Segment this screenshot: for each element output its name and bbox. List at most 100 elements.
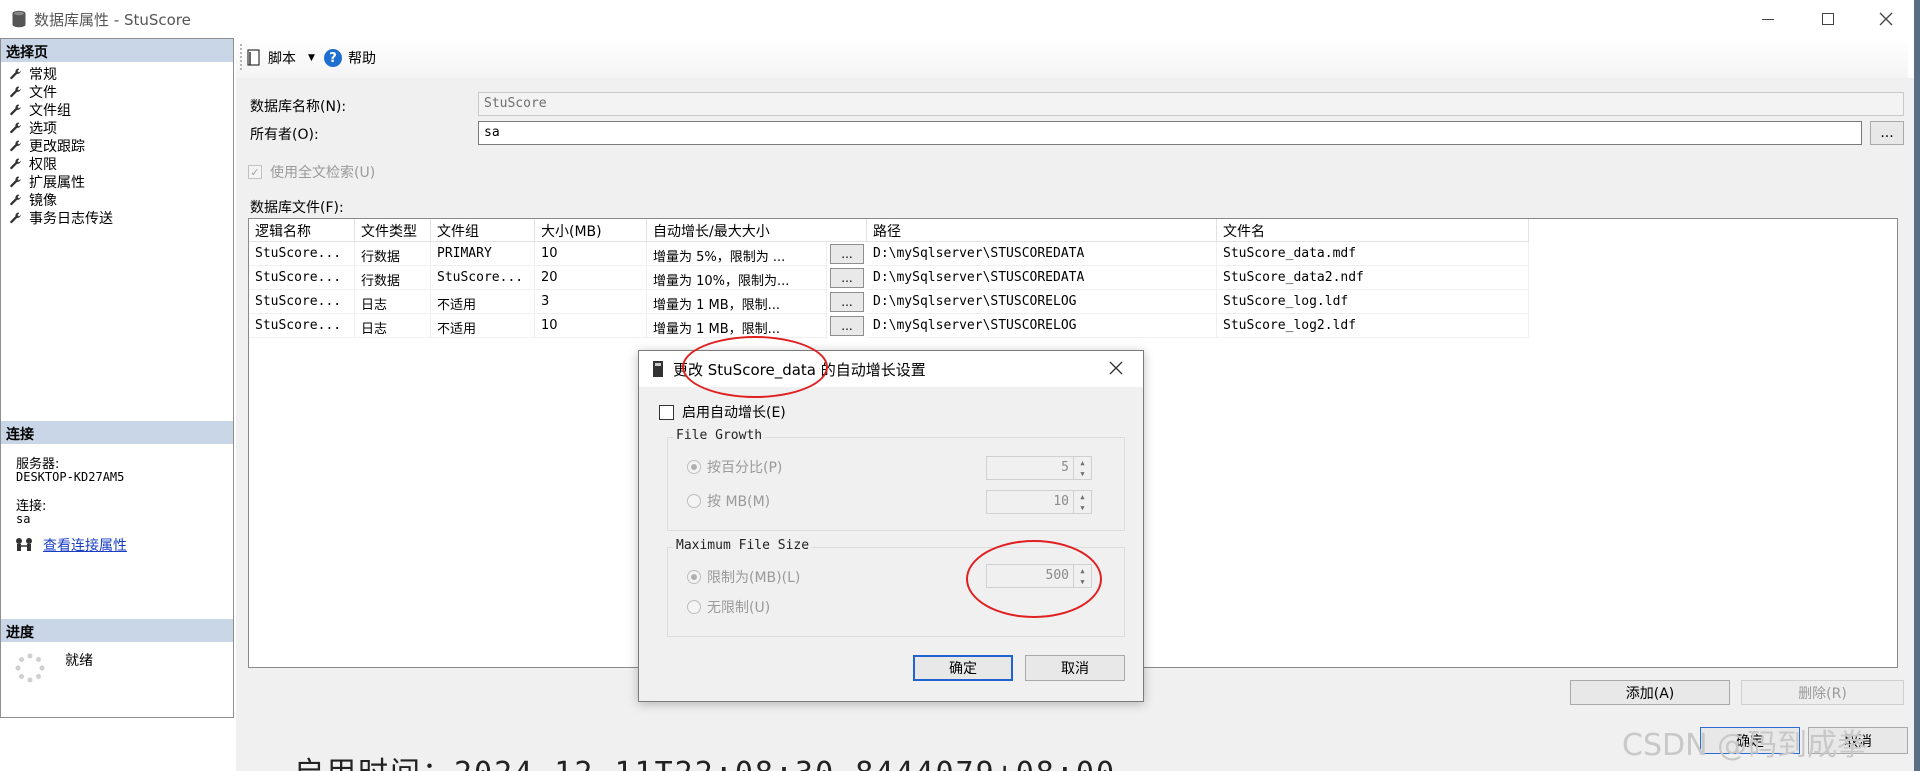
autogrow-edit-button[interactable]: ...	[830, 292, 864, 312]
server-value: DESKTOP-KD27AM5	[16, 470, 125, 484]
percent-value: 5	[1061, 460, 1069, 475]
grid-cell[interactable]: D:\mySqlserver\STUSCORELOG	[867, 314, 1217, 338]
connection-properties-icon	[15, 537, 35, 551]
grid-cell[interactable]: 行数据	[355, 266, 431, 290]
percent-stepper[interactable]: 5 ▲ ▼	[986, 456, 1092, 480]
grid-header-cell[interactable]: 路径	[867, 219, 1217, 242]
nav-item[interactable]: 事务日志传送	[9, 209, 113, 227]
nav-item-label: 镜像	[29, 193, 57, 209]
grid-cell[interactable]: StuScore...	[249, 266, 355, 290]
grid-header-cell[interactable]: 大小(MB)	[535, 219, 647, 242]
add-button[interactable]: 添加(A)	[1570, 680, 1730, 705]
owner-browse-button[interactable]: ...	[1870, 121, 1904, 145]
owner-input[interactable]: sa	[478, 121, 1862, 145]
grid-header-cell[interactable]: 逻辑名称	[249, 219, 355, 242]
view-connection-properties-link[interactable]: 查看连接属性	[43, 535, 127, 555]
grid-cell[interactable]: D:\mySqlserver\STUSCOREDATA	[867, 242, 1217, 266]
help-button[interactable]: ? 帮助	[324, 48, 376, 68]
grid-header-cell[interactable]: 文件名	[1217, 219, 1529, 242]
grid-cell[interactable]: D:\mySqlserver\STUSCOREDATA	[867, 266, 1217, 290]
annotation-circle-title	[682, 336, 828, 398]
script-label: 脚本	[268, 51, 296, 67]
grid-cell[interactable]: StuScore_log2.ldf	[1217, 314, 1529, 338]
chevron-down-icon: ▼	[308, 53, 315, 63]
grid-cell[interactable]: StuScore...	[249, 314, 355, 338]
grid-cell[interactable]: D:\mySqlserver\STUSCORELOG	[867, 290, 1217, 314]
nav-item[interactable]: 镜像	[9, 191, 57, 209]
left-panel: 选择页 常规 文件 文件组 选项 更改跟踪 权限 扩展属性 镜像 事务日志传送 连接 服务器: …	[0, 38, 234, 718]
db-name-input[interactable]: StuScore	[478, 92, 1904, 116]
mb-stepper[interactable]: 10 ▲ ▼	[986, 490, 1092, 514]
dialog-app-icon	[653, 361, 663, 377]
delete-button[interactable]: 删除(R)	[1741, 680, 1904, 705]
unlimited-radio[interactable]: 无限制(U)	[687, 597, 770, 617]
script-button[interactable]: 脚本 ▼	[246, 48, 315, 68]
underlying-text: 启用时间：2024-12-11T22:08:30.8444079+08:00	[294, 748, 1116, 771]
grid-cell[interactable]: StuScore_data.mdf	[1217, 242, 1529, 266]
autogrow-edit-button[interactable]: ...	[830, 316, 864, 336]
grid-cell[interactable]: 增量为 1 MB，限制...	[647, 290, 827, 314]
fulltext-checkbox[interactable]: ✓ 使用全文检索(U)	[248, 162, 375, 182]
nav-item[interactable]: 文件	[9, 83, 57, 101]
dialog-body: 启用自动增长(E) File Growth 按百分比(P) 5 ▲ ▼ 按 MB(…	[639, 387, 1143, 701]
help-label: 帮助	[348, 51, 376, 67]
autogrow-edit-button[interactable]: ...	[830, 268, 864, 288]
grid-cell[interactable]: StuScore...	[249, 290, 355, 314]
nav-item[interactable]: 选项	[9, 119, 57, 137]
grid-cell[interactable]: 20	[535, 266, 647, 290]
dialog-close-button[interactable]	[1109, 361, 1123, 375]
maximize-button[interactable]	[1808, 6, 1848, 32]
dialog-cancel-button[interactable]: 取消	[1025, 655, 1125, 681]
grid-cell[interactable]: 日志	[355, 314, 431, 338]
nav-item-label: 选项	[29, 121, 57, 137]
unlimited-label: 无限制(U)	[707, 600, 771, 616]
grid-cell[interactable]: 10	[535, 314, 647, 338]
grid-cell[interactable]: 行数据	[355, 242, 431, 266]
grid-cell[interactable]: 增量为 5%，限制为 ...	[647, 242, 827, 266]
wrench-icon	[10, 140, 21, 152]
grid-cell[interactable]: 增量为 10%，限制为...	[647, 266, 827, 290]
nav-item[interactable]: 常规	[9, 65, 57, 83]
grid-header-cell[interactable]: 文件类型	[355, 219, 431, 242]
limit-mb-radio[interactable]: 限制为(MB)(L)	[687, 567, 800, 587]
grid-cell[interactable]: StuScore_data2.ndf	[1217, 266, 1529, 290]
grid-cell[interactable]: PRIMARY	[431, 242, 535, 266]
autogrow-edit-button[interactable]: ...	[830, 244, 864, 264]
fulltext-label: 使用全文检索(U)	[270, 165, 376, 181]
close-icon	[1879, 12, 1893, 26]
wrench-icon	[10, 176, 21, 188]
radio-unselected-icon	[687, 600, 701, 614]
by-percent-radio[interactable]: 按百分比(P)	[687, 457, 782, 477]
enable-autogrow-checkbox[interactable]: 启用自动增长(E)	[659, 402, 786, 422]
grid-cell[interactable]: 10	[535, 242, 647, 266]
by-mb-radio[interactable]: 按 MB(M)	[687, 491, 770, 511]
grid-cell[interactable]: 日志	[355, 290, 431, 314]
progress-header: 进度	[1, 619, 233, 642]
autogrow-dialog: 更改 StuScore_data 的自动增长设置 启用自动增长(E) File …	[638, 350, 1144, 702]
grid-cell[interactable]: 增量为 1 MB，限制...	[647, 314, 827, 338]
nav-item-label: 文件	[29, 85, 57, 101]
dialog-ok-button[interactable]: 确定	[913, 655, 1013, 681]
grid-cell[interactable]: StuScore...	[431, 266, 535, 290]
grid-cell[interactable]: 不适用	[431, 314, 535, 338]
nav-item[interactable]: 权限	[9, 155, 57, 173]
nav-item[interactable]: 文件组	[9, 101, 71, 119]
watermark: CSDN @码到成拳	[1622, 728, 1868, 763]
minimize-button[interactable]	[1748, 6, 1788, 32]
grid-cell[interactable]: 不适用	[431, 290, 535, 314]
grid-cell[interactable]: StuScore...	[249, 242, 355, 266]
grid-header-cell[interactable]: 文件组	[431, 219, 535, 242]
close-icon	[1109, 361, 1123, 375]
connection-value: sa	[16, 512, 31, 526]
nav-item-label: 更改跟踪	[29, 139, 85, 155]
grid-cell[interactable]: StuScore_log.ldf	[1217, 290, 1529, 314]
progress-spinner-icon	[15, 653, 45, 683]
nav-item-label: 事务日志传送	[29, 211, 113, 227]
nav-item[interactable]: 扩展属性	[9, 173, 85, 191]
database-icon	[11, 10, 27, 28]
by-mb-label: 按 MB(M)	[707, 494, 771, 510]
close-button[interactable]	[1866, 6, 1906, 32]
grid-cell[interactable]: 3	[535, 290, 647, 314]
grid-header-cell[interactable]: 自动增长/最大大小	[647, 219, 867, 242]
nav-item[interactable]: 更改跟踪	[9, 137, 85, 155]
